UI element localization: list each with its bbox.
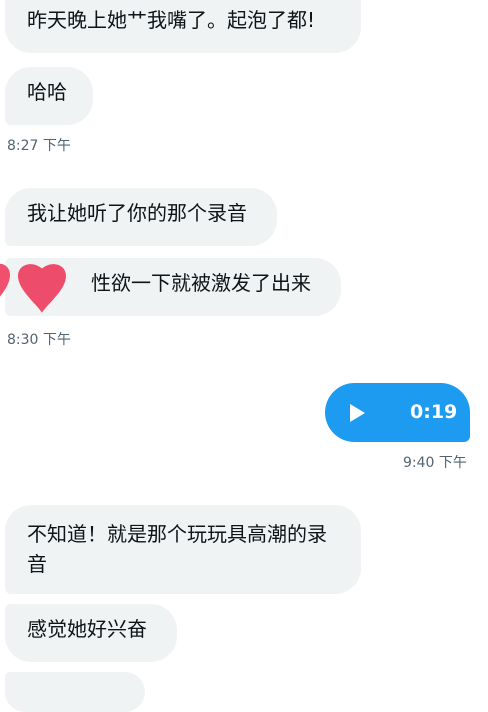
message-text: 性欲一下就被激发了出来	[91, 271, 311, 295]
play-icon[interactable]	[350, 404, 365, 422]
voice-duration: 0:19	[410, 401, 458, 423]
heart-icon	[18, 264, 66, 313]
message-bubble-received[interactable]: 哈哈	[5, 67, 93, 125]
message-timestamp: 8:27 下午	[7, 138, 71, 154]
message-bubble-received[interactable]: 感觉她好兴奋	[5, 604, 177, 662]
message-text: 哈哈	[27, 80, 67, 104]
message-bubble-received[interactable]: 昨天晚上她艹我嘴了。起泡了都!	[5, 0, 361, 53]
heart-reaction-icon	[0, 263, 66, 313]
message-timestamp: 8:30 下午	[7, 332, 71, 348]
message-text: 不知道！就是那个玩玩具高潮的录音	[27, 522, 327, 576]
message-text: 我让她听了你的那个录音	[27, 201, 247, 225]
message-text: 感觉她好兴奋	[27, 617, 147, 641]
message-timestamp: 9:40 下午	[403, 455, 467, 471]
message-text: 昨天晚上她艹我嘴了。起泡了都!	[27, 8, 316, 32]
message-bubble-received-partial[interactable]	[5, 672, 145, 712]
heart-icon	[0, 263, 10, 297]
message-bubble-received[interactable]: 我让她听了你的那个录音	[5, 188, 277, 246]
message-bubble-received[interactable]: 不知道！就是那个玩玩具高潮的录音	[5, 505, 361, 594]
voice-message-bubble[interactable]: 0:19	[325, 383, 470, 442]
